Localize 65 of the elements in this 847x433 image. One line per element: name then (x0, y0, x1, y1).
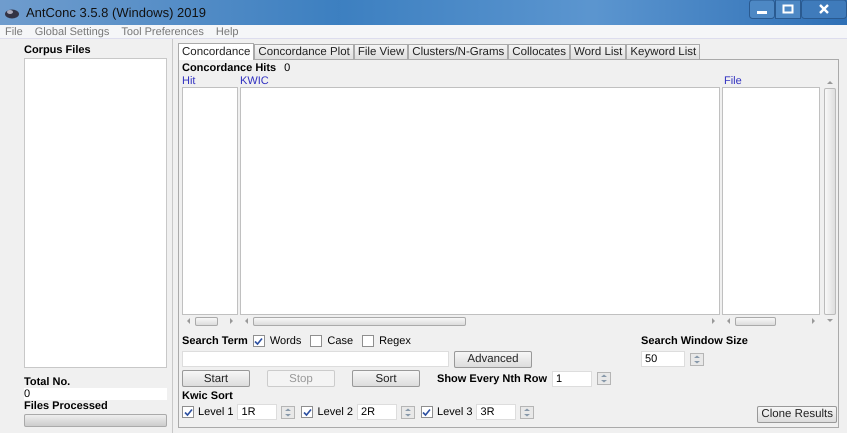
scroll-left-icon[interactable] (725, 317, 733, 325)
column-header[interactable]: Hit (182, 75, 238, 87)
field-label: Search Window Size (641, 335, 748, 347)
corpus-file-list[interactable] (24, 58, 167, 368)
checkbox[interactable] (182, 406, 194, 418)
scroll-down-icon[interactable] (826, 318, 834, 324)
column-header[interactable]: KWIC (240, 75, 720, 87)
tab[interactable]: File View (354, 44, 408, 59)
spin-button[interactable] (281, 406, 296, 418)
action-button[interactable]: Sort (352, 370, 420, 387)
field-label: Total No. (24, 376, 72, 388)
spin-button[interactable] (520, 406, 534, 418)
tab[interactable]: Clusters/N-Grams (408, 44, 508, 59)
scroll-up-icon[interactable] (826, 79, 834, 85)
minimize-button[interactable] (749, 0, 775, 19)
field-label: Search Term (182, 335, 248, 347)
spin-button[interactable] (690, 352, 704, 366)
tab[interactable]: Word List (570, 44, 626, 59)
scroll-right-icon[interactable] (709, 317, 717, 325)
maximize-button[interactable] (775, 0, 801, 19)
tab[interactable]: Concordance Plot (254, 44, 354, 59)
action-button[interactable]: Start (182, 370, 250, 387)
scroll-right-icon[interactable] (809, 317, 817, 325)
tab[interactable]: Collocates (508, 44, 570, 59)
checkbox[interactable] (362, 335, 374, 347)
sort-level-field[interactable]: 2R (356, 404, 397, 420)
hits-label: Concordance Hits (182, 62, 276, 74)
checkbox[interactable] (310, 335, 322, 347)
menu-item[interactable]: Global Settings (34, 26, 110, 38)
search-field[interactable] (182, 351, 449, 367)
checkbox[interactable] (301, 406, 314, 418)
nth-row-field[interactable]: 1 (552, 370, 592, 386)
clone-results-button[interactable]: Clone Results (757, 406, 837, 422)
checkbox-label: Level 1 (198, 406, 234, 418)
window-title: AntConc 3.5.8 (Windows) 2019 (26, 5, 206, 20)
scroll-left-icon[interactable] (185, 317, 193, 325)
checkbox-label: Words (270, 335, 302, 347)
total-count: 0 (24, 388, 167, 400)
spin-button[interactable] (597, 372, 612, 385)
checkbox-label: Case (327, 335, 354, 347)
checkbox[interactable] (420, 406, 433, 418)
scroll-right-icon[interactable] (227, 317, 235, 325)
menu-item[interactable]: File (5, 26, 23, 38)
menu-item[interactable]: Help (216, 26, 239, 38)
advanced-button[interactable]: Advanced (454, 350, 532, 368)
section-heading: Corpus Files (24, 44, 92, 56)
menu-item[interactable]: Tool Preferences (121, 26, 204, 38)
tab[interactable]: Concordance (178, 43, 254, 60)
checkbox[interactable] (252, 335, 265, 347)
close-button[interactable] (801, 0, 847, 19)
field-label: Show Every Nth Row (437, 372, 548, 384)
sort-level-field[interactable]: 1R (237, 404, 278, 420)
sort-level-field[interactable]: 3R (476, 404, 516, 420)
hits-count: 0 (284, 62, 290, 74)
field-label: Files Processed (24, 400, 109, 412)
column-header[interactable]: File (722, 75, 820, 87)
checkbox-label: Level 2 (317, 406, 353, 418)
window-size-field[interactable]: 50 (641, 351, 685, 367)
checkbox-label: Level 3 (436, 406, 472, 418)
app-icon (4, 6, 20, 18)
tab[interactable]: Keyword List (626, 44, 700, 59)
checkbox-label: Regex (379, 335, 411, 347)
section-heading: Kwic Sort (182, 390, 233, 402)
scroll-left-icon[interactable] (243, 317, 251, 325)
spin-button[interactable] (400, 406, 415, 418)
